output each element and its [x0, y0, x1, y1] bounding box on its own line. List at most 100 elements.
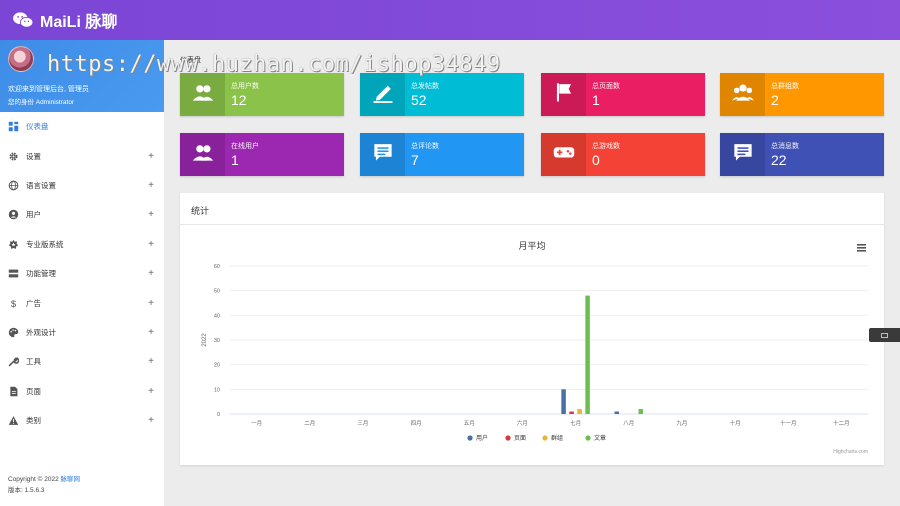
y-tick-label: 60	[214, 264, 220, 270]
expand-plus-icon[interactable]: +	[146, 209, 156, 220]
stat-label: 总游戏数	[592, 143, 620, 150]
legend-marker[interactable]	[505, 435, 511, 441]
dashboard-icon	[8, 121, 19, 132]
stat-card[interactable]: 总游戏数 0	[541, 133, 705, 176]
stat-value: 1	[592, 92, 600, 108]
sidebar-item-4[interactable]: 专业版系统 +	[0, 230, 164, 259]
expand-plus-icon[interactable]: +	[146, 151, 156, 162]
stat-icon-box	[180, 133, 225, 176]
sidebar-item-label: 功能管理	[26, 269, 56, 279]
expand-plus-icon[interactable]: +	[146, 386, 156, 397]
sidebar-menu: 仪表盘 设置 + 语言设置 + 用户 + 专业版系统 + 功能管理 + $ 广告 …	[0, 112, 164, 435]
wechat-icon	[13, 12, 34, 28]
page-icon	[8, 386, 19, 397]
app-logo[interactable]: MaiLi 脉聊	[12, 8, 117, 32]
legend-label[interactable]: 群组	[551, 434, 563, 442]
dollar-icon: $	[8, 298, 19, 309]
users-icon	[192, 141, 214, 168]
stat-icon-box	[541, 133, 586, 176]
sidebar-item-9[interactable]: 页面 +	[0, 377, 164, 406]
stat-card[interactable]: 总发帖数 52	[360, 73, 524, 116]
bar-页面[interactable]	[569, 411, 574, 414]
flag-icon	[553, 81, 575, 108]
legend-label[interactable]: 页面	[514, 435, 526, 442]
x-tick-label: 十二月	[833, 419, 850, 427]
users-icon	[192, 81, 214, 108]
stat-value: 7	[411, 152, 419, 168]
sidebar-footer: Copyright © 2022 脉聊网 版本: 1.5.6.3	[8, 474, 80, 496]
sidebar-item-label: 外观设计	[26, 327, 56, 337]
chart-menu-icon[interactable]	[857, 244, 866, 252]
copyright-link[interactable]: 脉聊网	[61, 476, 81, 483]
copyright-text: Copyright © 2022	[8, 476, 61, 483]
expand-plus-icon[interactable]: +	[146, 327, 156, 338]
sidebar-item-label: 专业版系统	[26, 239, 64, 249]
stat-label: 总页面数	[592, 83, 620, 90]
stat-value: 22	[771, 152, 787, 168]
wrench-icon	[8, 356, 19, 367]
expand-plus-icon[interactable]: +	[146, 415, 156, 426]
sidebar: 欢迎来到管理后台, 管理员 您的身份 Administrator 仪表盘 设置 …	[0, 40, 164, 506]
bar-文章[interactable]	[585, 295, 590, 414]
stat-label: 总评论数	[411, 143, 439, 150]
sidebar-item-5[interactable]: 功能管理 +	[0, 259, 164, 288]
bar-群组[interactable]	[577, 409, 582, 414]
stat-card[interactable]: 总群组数 2	[720, 73, 884, 116]
expand-plus-icon[interactable]: +	[146, 180, 156, 191]
stat-card[interactable]: 总评论数 7	[360, 133, 524, 176]
user-role-text: 您的身份 Administrator	[8, 99, 75, 106]
expand-plus-icon[interactable]: +	[146, 239, 156, 250]
x-tick-label: 三月	[357, 420, 368, 427]
stat-value: 1	[231, 152, 239, 168]
stat-icon-box	[360, 133, 405, 176]
x-tick-label: 四月	[411, 420, 422, 427]
legend-label[interactable]: 文章	[594, 434, 606, 442]
expand-plus-icon[interactable]: +	[146, 356, 156, 367]
sidebar-item-0[interactable]: 仪表盘	[0, 112, 164, 141]
sidebar-item-10[interactable]: 类别 +	[0, 406, 164, 435]
stat-card[interactable]: 总页面数 1	[541, 73, 705, 116]
expand-plus-icon[interactable]: +	[146, 268, 156, 279]
stat-value: 0	[592, 152, 600, 168]
legend-label[interactable]: 用户	[476, 434, 488, 442]
star-badge-icon	[8, 239, 19, 250]
x-tick-label: 八月	[623, 420, 634, 427]
bar-用户[interactable]	[614, 411, 620, 414]
bar-用户[interactable]	[561, 389, 566, 414]
stat-label: 在线用户	[231, 143, 259, 150]
sidebar-item-label: 广告	[26, 298, 41, 308]
panel-title: 统计	[180, 193, 884, 225]
legend-marker[interactable]	[585, 435, 591, 441]
sidebar-item-8[interactable]: 工具 +	[0, 347, 164, 376]
palette-icon	[8, 327, 19, 338]
x-tick-label: 七月	[570, 419, 581, 427]
sidebar-item-6[interactable]: $ 广告 +	[0, 288, 164, 317]
legend-marker[interactable]	[467, 435, 473, 441]
version-text: 版本: 1.5.6.3	[8, 487, 45, 494]
warning-icon	[8, 415, 19, 426]
sidebar-item-2[interactable]: 语言设置 +	[0, 171, 164, 200]
bar-文章[interactable]	[638, 409, 644, 414]
float-tab-icon	[881, 332, 888, 338]
stat-card[interactable]: 总用户数 12	[180, 73, 344, 116]
top-bar: MaiLi 脉聊	[0, 0, 900, 40]
stats-panel: 统计 月平均 0 10 20 30 40 50 60 2022 一月 二月 三月 四月 五月 六月 七月 八月 九…	[180, 193, 884, 465]
sidebar-item-label: 页面	[26, 386, 41, 396]
side-float-tab[interactable]	[869, 328, 900, 342]
sidebar-item-1[interactable]: 设置 +	[0, 141, 164, 170]
chart-credit[interactable]: Highcharts.com	[833, 449, 868, 455]
stat-label: 总发帖数	[411, 83, 439, 90]
sidebar-item-3[interactable]: 用户 +	[0, 200, 164, 229]
stat-card[interactable]: 在线用户 1	[180, 133, 344, 176]
sidebar-item-7[interactable]: 外观设计 +	[0, 318, 164, 347]
stat-icon-box	[720, 73, 765, 116]
stat-icon-box	[180, 73, 225, 116]
expand-plus-icon[interactable]: +	[146, 298, 156, 309]
stat-card[interactable]: 总消息数 22	[720, 133, 884, 176]
legend-marker[interactable]	[542, 435, 548, 441]
avatar[interactable]	[8, 46, 34, 72]
stat-icon-box	[720, 133, 765, 176]
chart-title: 月平均	[518, 240, 545, 251]
sidebar-item-label: 语言设置	[26, 180, 56, 190]
server-icon	[8, 268, 19, 279]
